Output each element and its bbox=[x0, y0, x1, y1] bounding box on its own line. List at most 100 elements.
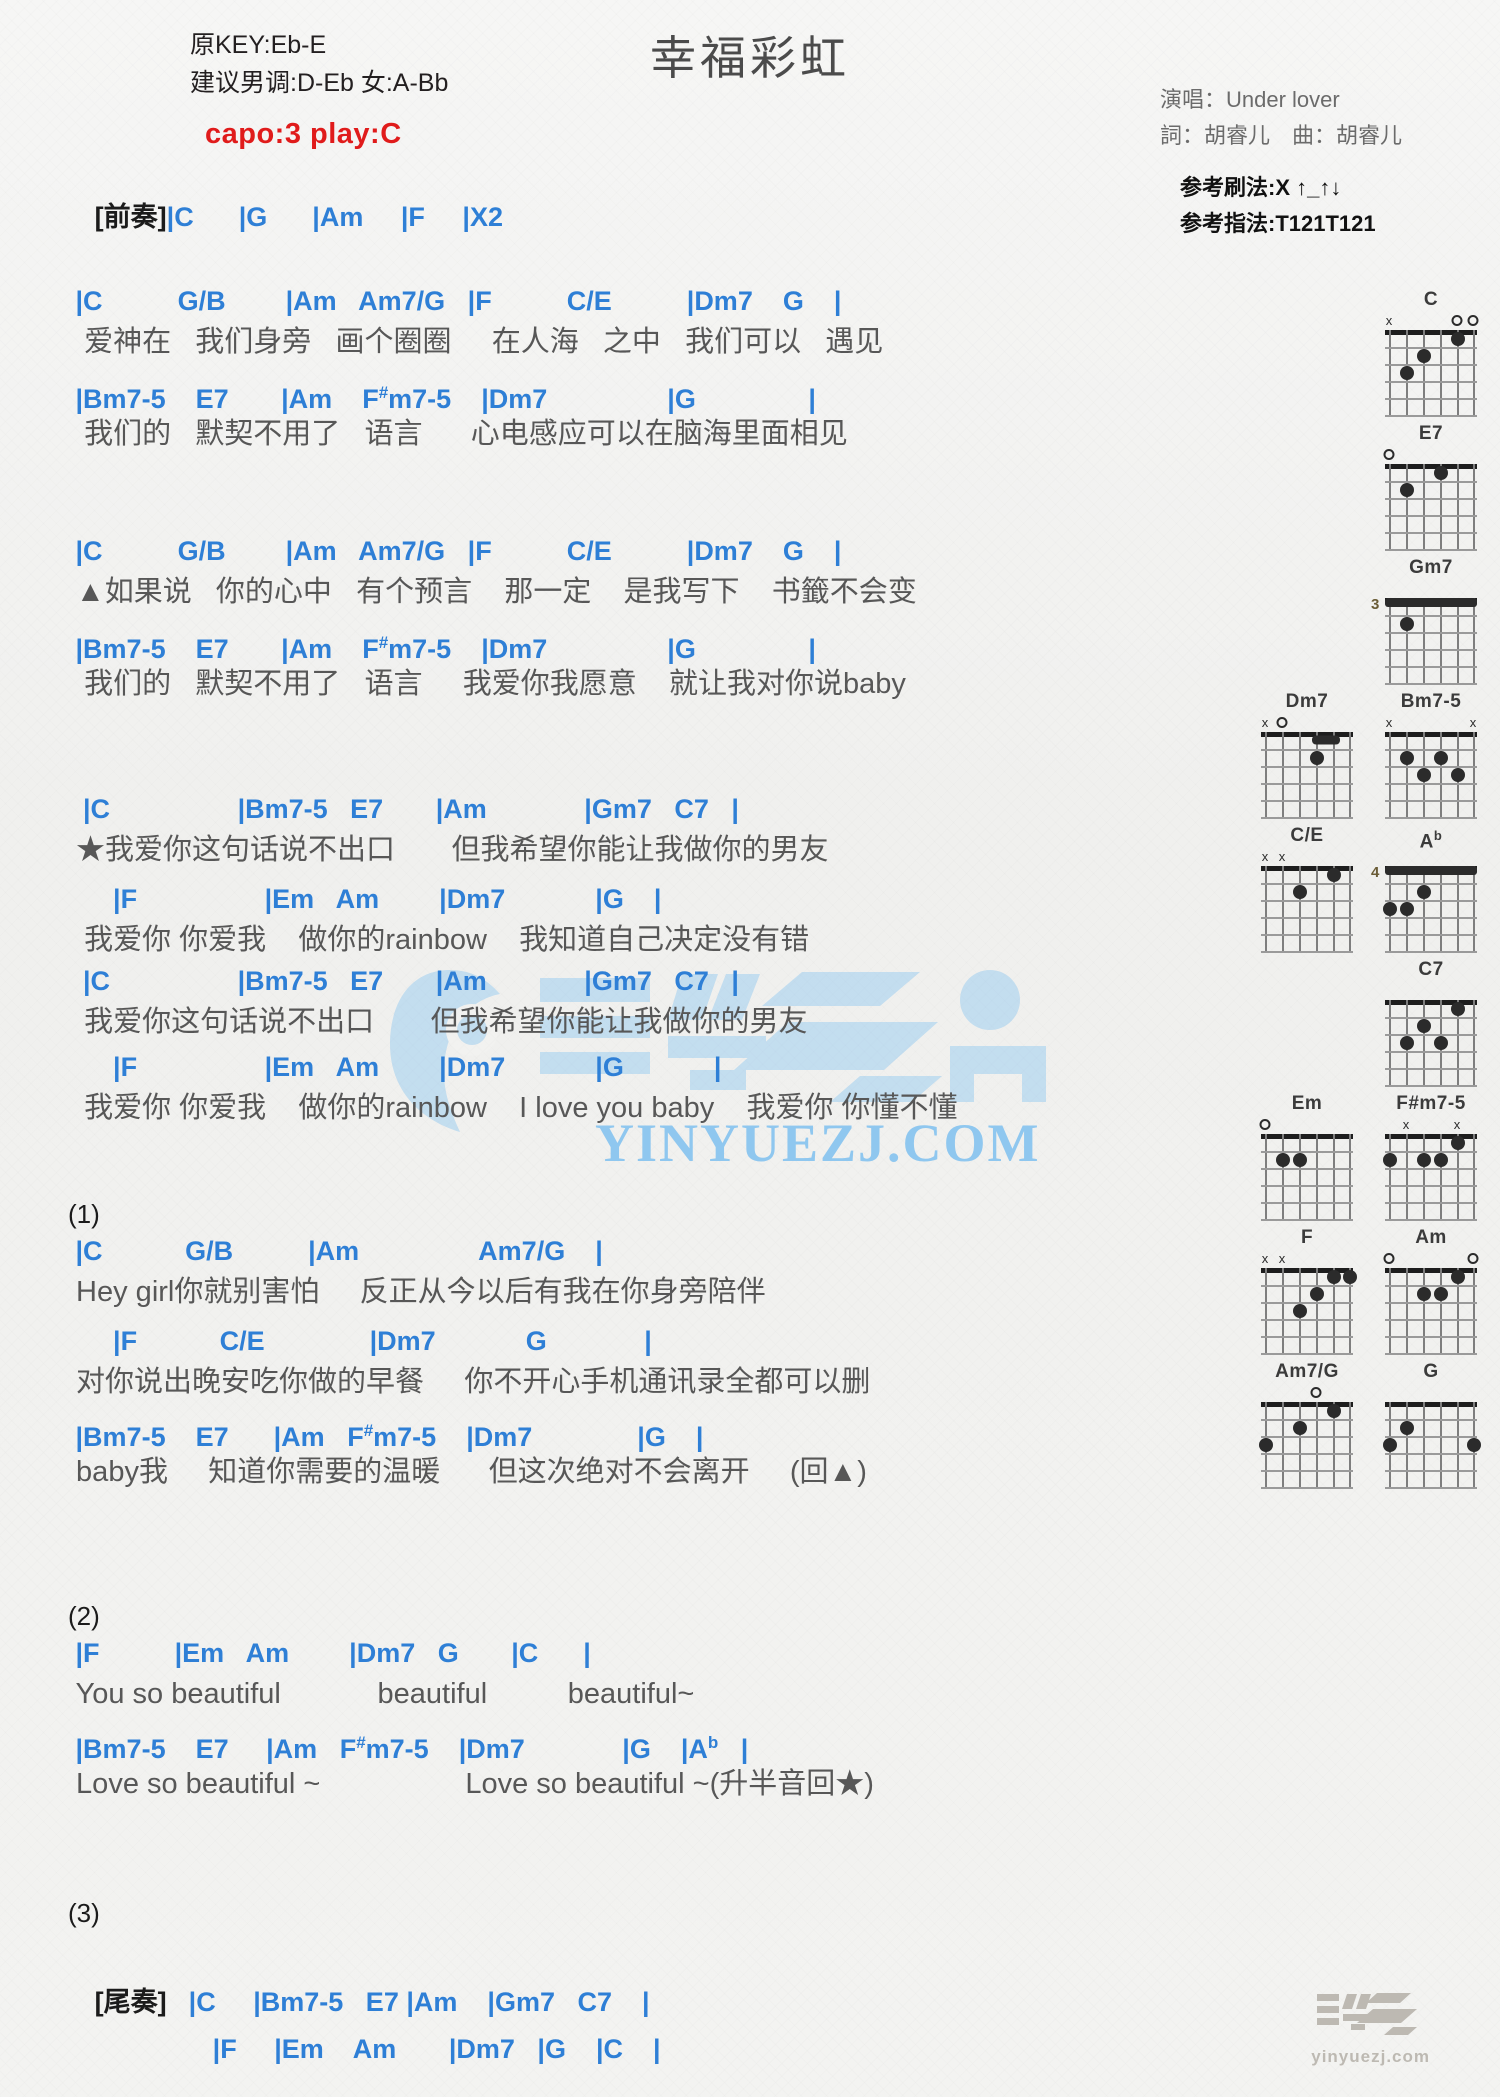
chord-diagram-name: C bbox=[1423, 289, 1439, 310]
chord-line: |Bm7-5 E7 |Am F#m7-5 |Dm7 |G | bbox=[68, 383, 816, 414]
finger-dot bbox=[1467, 1438, 1481, 1452]
chord-diagram-bm7-5: Bm7-5 x x bbox=[1376, 690, 1486, 819]
finger-dot bbox=[1383, 1153, 1397, 1167]
fretboard-grid bbox=[1383, 1402, 1481, 1489]
capo-info: capo:3 play:C bbox=[205, 118, 402, 150]
chord-line: |C G/B |Am Am7/G | bbox=[68, 1236, 603, 1266]
open-string-icon bbox=[1383, 1253, 1395, 1264]
finger-dot bbox=[1400, 617, 1414, 631]
finger-dot bbox=[1400, 1421, 1414, 1435]
fret-position-label: 3 bbox=[1371, 596, 1380, 613]
chord-diagram-row: Cx bbox=[1226, 288, 1486, 422]
chord-diagram-open-markers: x bbox=[1252, 714, 1362, 732]
finger-dot bbox=[1293, 1153, 1307, 1167]
finger-dot bbox=[1400, 483, 1414, 497]
finger-dot bbox=[1417, 768, 1431, 782]
fret-position-label: 4 bbox=[1371, 864, 1380, 881]
chord-diagram-open-markers bbox=[1376, 982, 1486, 1000]
chord-line: |C G/B |Am Am7/G |F C/E |Dm7 G | bbox=[68, 286, 842, 316]
chord-diagram-open-markers bbox=[1376, 1250, 1486, 1268]
open-string-icon bbox=[1467, 315, 1479, 326]
muted-string-icon: x bbox=[1261, 849, 1269, 864]
chord-diagram-open-markers: xx bbox=[1376, 714, 1486, 732]
chord-diagram-f-m7-5: F#m7-5 x x bbox=[1376, 1092, 1486, 1221]
chord-diagram-g: G bbox=[1376, 1360, 1486, 1489]
finger-dot bbox=[1417, 1287, 1431, 1301]
chord-diagram-name: Bm7-5 bbox=[1400, 691, 1462, 712]
lyric-line: baby我 知道你需要的温暖 但这次绝对不会离开 (回▲) bbox=[68, 1456, 867, 1488]
chord-diagram-name: F#m7-5 bbox=[1396, 1093, 1466, 1114]
section-3: (3) bbox=[68, 1895, 100, 1931]
chord-diagram-row: C/E x x Ab 4 bbox=[1226, 824, 1486, 958]
chord-diagram-open-markers bbox=[1376, 580, 1486, 598]
fingerstyle-pattern: 参考指法:T121T121 bbox=[1180, 211, 1376, 236]
finger-dot bbox=[1434, 1287, 1448, 1301]
finger-dot bbox=[1434, 1036, 1448, 1050]
chord-diagram-open-markers bbox=[1376, 446, 1486, 464]
chord-line: |Bm7-5 E7 |Am F#m7-5 |Dm7 |G |Ab | bbox=[68, 1733, 749, 1764]
finger-dot bbox=[1383, 902, 1397, 916]
chord-diagram-panel: Cx E7 Gm7 3 Dm7 x Bm7-5 x x C/E x x Ab 4 C7 Em F#m7-5 x x F… bbox=[1226, 288, 1486, 1494]
barre-bar bbox=[1385, 598, 1477, 607]
open-string-icon bbox=[1276, 717, 1288, 728]
finger-dot bbox=[1400, 1036, 1414, 1050]
verse-1: |C G/B |Am Am7/G |F C/E |Dm7 G | 爱神在 我们身… bbox=[68, 282, 884, 456]
chord-diagram-row: Gm7 3 bbox=[1226, 556, 1486, 690]
muted-string-icon: x bbox=[1402, 1117, 1410, 1132]
finger-dot bbox=[1293, 1304, 1307, 1318]
chord-diagram-open-markers bbox=[1376, 1384, 1486, 1402]
singer: 演唱：Under lover bbox=[1160, 87, 1340, 112]
finger-dot bbox=[1400, 366, 1414, 380]
finger-dot bbox=[1259, 1438, 1273, 1452]
chord-line: |Bm7-5 E7 |Am F#m7-5 |Dm7 |G | bbox=[68, 1421, 704, 1452]
outro-label: [尾奏] bbox=[94, 1987, 167, 2017]
finger-dot bbox=[1434, 466, 1448, 480]
lyric-line: Love so beautiful ~ Love so beautiful ~(… bbox=[68, 1768, 874, 1800]
chord-line: |C |Bm7-5 E7 |Am |Gm7 C7 | bbox=[68, 794, 739, 824]
finger-dot bbox=[1417, 885, 1431, 899]
finger-dot bbox=[1400, 751, 1414, 765]
chord-diagram-f: Fxx bbox=[1252, 1226, 1362, 1355]
strum-pattern: 参考刷法:X ↑_↑↓ bbox=[1180, 175, 1342, 200]
open-string-icon bbox=[1259, 1119, 1271, 1130]
section-2: (2) |F |Em Am |Dm7 G |C | You so beautif… bbox=[68, 1598, 874, 1806]
chord-diagram-row: Em F#m7-5 x x bbox=[1226, 1092, 1486, 1226]
finger-dot bbox=[1310, 1287, 1324, 1301]
fretboard-grid bbox=[1385, 330, 1477, 417]
chord-diagram-row: E7 bbox=[1226, 422, 1486, 556]
chord-line: |C G/B |Am Am7/G |F C/E |Dm7 G | bbox=[68, 536, 842, 566]
lyric-line: 我爱你这句话说不出口 但我希望你能让我做你的男友 bbox=[68, 1006, 808, 1038]
lyric-line: You so beautiful beautiful beautiful~ bbox=[68, 1678, 695, 1710]
finger-dot bbox=[1451, 1270, 1465, 1284]
fretboard-grid bbox=[1385, 464, 1477, 551]
chord-diagram-row: Fx x Am bbox=[1226, 1226, 1486, 1360]
footer-watermark-text: yinyuezj.com bbox=[1311, 2047, 1430, 2066]
fretboard-grid bbox=[1261, 1134, 1353, 1221]
barre-bar bbox=[1385, 866, 1477, 875]
muted-string-icon: x bbox=[1385, 715, 1393, 730]
chord-diagram-open-markers: xx bbox=[1376, 1116, 1486, 1134]
muted-string-icon: x bbox=[1278, 1251, 1286, 1266]
chord-diagram-em: Em bbox=[1252, 1092, 1362, 1221]
muted-string-icon: x bbox=[1278, 849, 1286, 864]
chord-line: |F |Em Am |Dm7 G |C | bbox=[68, 1638, 591, 1668]
verse-2: |C G/B |Am Am7/G |F C/E |Dm7 G | ▲如果说 你的… bbox=[68, 532, 917, 706]
lyric-line: Hey girl你就别害怕 反正从今以后有我在你身旁陪伴 bbox=[68, 1276, 766, 1308]
chord-diagram-open-markers bbox=[1376, 848, 1486, 866]
finger-dot bbox=[1417, 1153, 1431, 1167]
lyric-line: 我爱你 你爱我 做你的rainbow 我知道自己决定没有错 bbox=[68, 924, 810, 956]
chord-sheet: 原KEY:Eb-E 建议男调:D-Eb 女:A-Bb capo:3 play:C… bbox=[0, 0, 1500, 2097]
chord-diagram-e7: E7 bbox=[1376, 422, 1486, 551]
chord-diagram-name: Am7/G bbox=[1275, 1361, 1339, 1382]
chord-diagram-gm7: Gm7 3 bbox=[1371, 556, 1486, 685]
fretboard-grid bbox=[1261, 732, 1353, 819]
finger-dot bbox=[1383, 1438, 1397, 1452]
intro-label: [前奏] bbox=[94, 202, 167, 232]
lyric-line: 对你说出晚安吃你做的早餐 你不开心手机通讯录全都可以删 bbox=[68, 1366, 871, 1398]
fretboard-grid bbox=[1261, 1268, 1357, 1355]
section-marker: (2) bbox=[68, 1601, 100, 1631]
chord-diagram-open-markers bbox=[1252, 1384, 1362, 1402]
lyric-line: ★我爱你这句话说不出口 但我希望你能让我做你的男友 bbox=[68, 834, 829, 866]
chord-line: |F C/E |Dm7 G | bbox=[68, 1326, 652, 1356]
chord-diagram-am: Am bbox=[1376, 1226, 1486, 1355]
